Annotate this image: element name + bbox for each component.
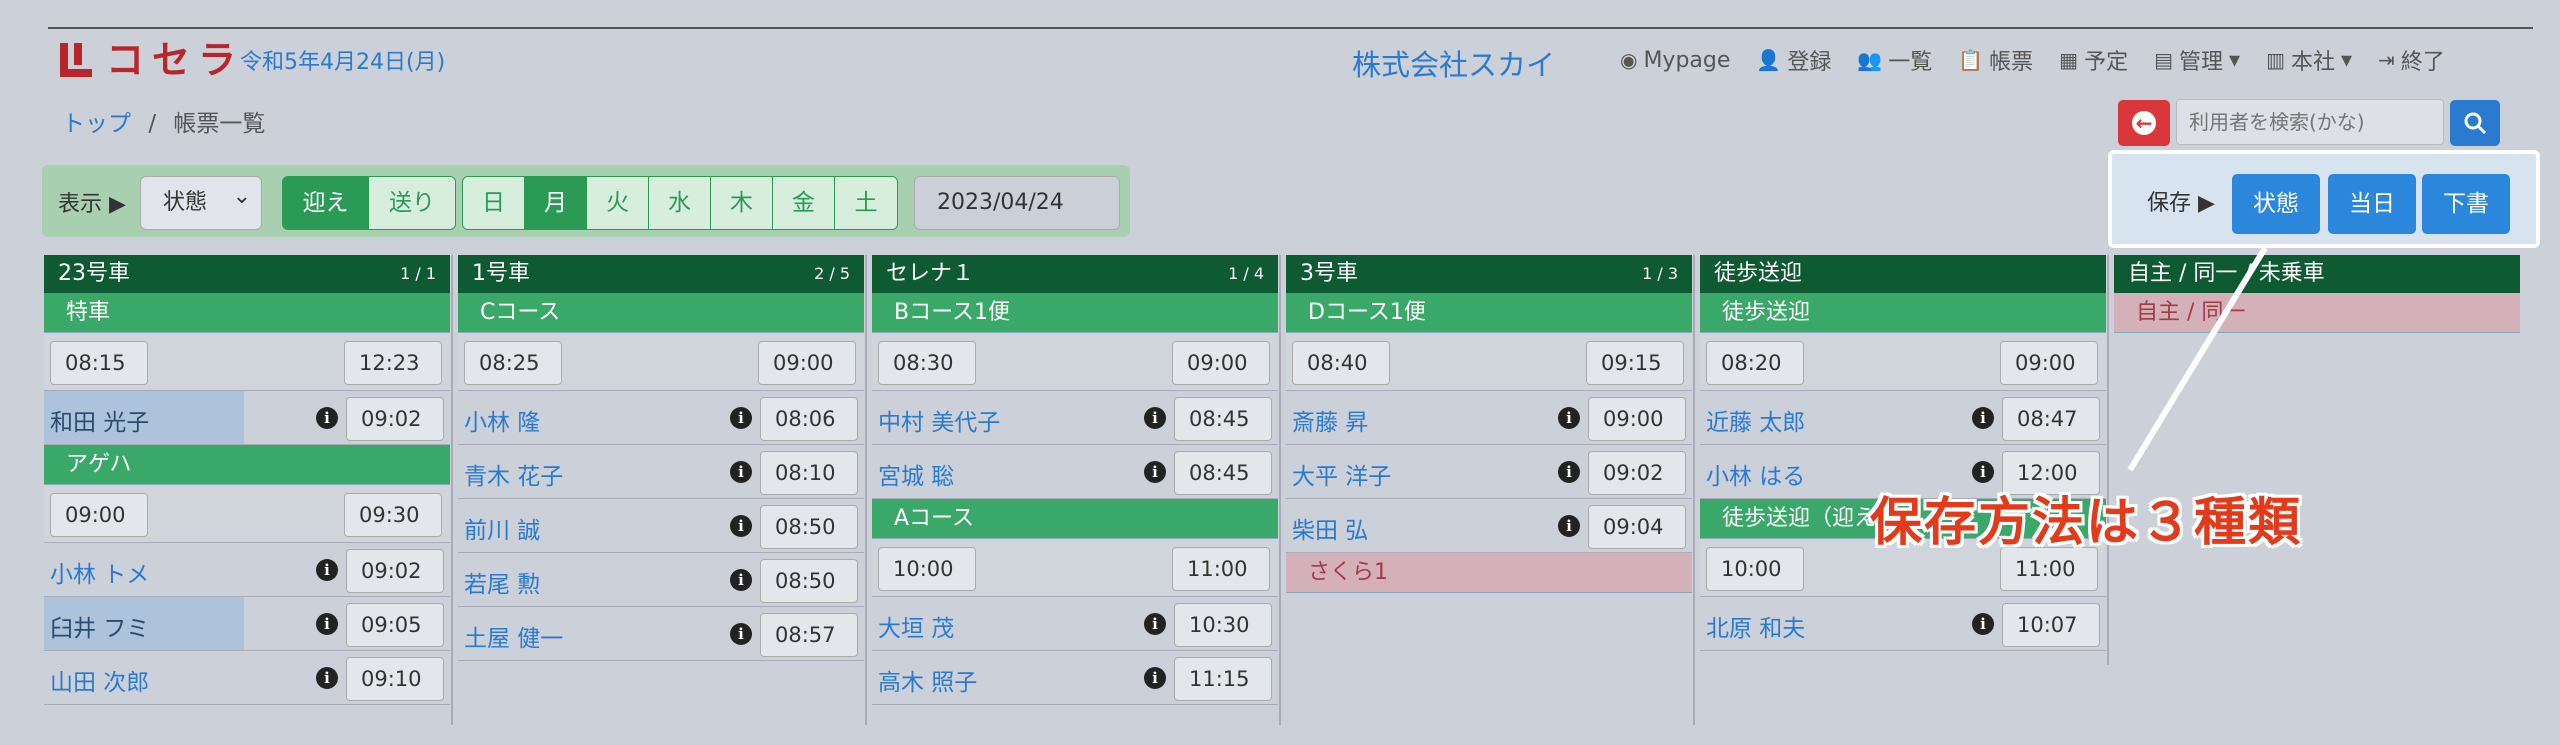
annotation-text: 保存方法は３種類 [1870,493,2303,553]
annotation-arrow [2127,246,2268,472]
